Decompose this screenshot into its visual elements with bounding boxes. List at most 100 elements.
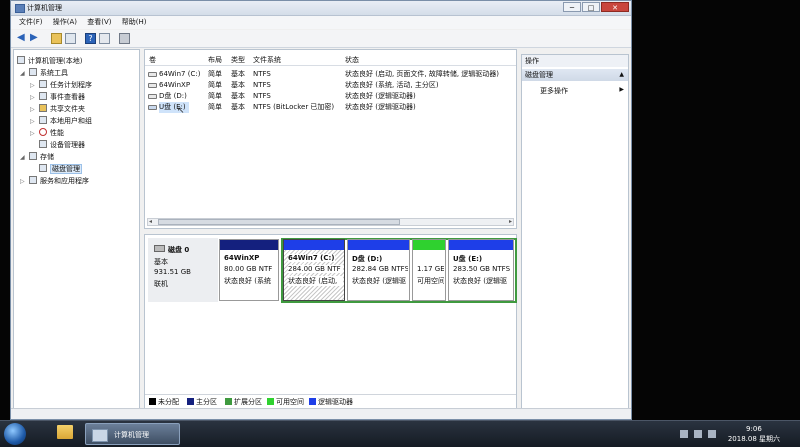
- collapse-icon[interactable]: ◢: [20, 68, 26, 79]
- col-status[interactable]: 状态: [345, 55, 359, 65]
- primary-swatch: [187, 398, 194, 405]
- partition-64win7-c[interactable]: 64Win7 (C:) 284.00 GB NTF 状态良好 (启动,: [283, 239, 345, 301]
- minimize-button[interactable]: ─: [563, 2, 581, 12]
- table-row-selected[interactable]: U盘 (E:) 简单 基本 NTFS (BitLocker 已加密) 状态良好 …: [145, 102, 516, 113]
- collapse-up-icon[interactable]: ▲: [619, 69, 624, 81]
- volume-icon[interactable]: [694, 430, 702, 438]
- close-button[interactable]: ✕: [601, 2, 629, 12]
- back-arrow-icon[interactable]: ◀: [17, 33, 28, 44]
- horizontal-scrollbar[interactable]: ◂ ▸: [147, 218, 514, 226]
- computer-management-icon: [92, 429, 108, 442]
- event-log-icon: [39, 92, 47, 100]
- expand-icon[interactable]: ▷: [30, 104, 36, 115]
- properties-icon[interactable]: [99, 33, 110, 44]
- language-icon[interactable]: [708, 430, 716, 438]
- expand-icon[interactable]: ▷: [30, 116, 36, 127]
- clock[interactable]: 9:06 2018.08 星期六: [728, 424, 780, 444]
- mouse-cursor-icon: ↖: [177, 106, 185, 116]
- show-hide-tree-icon[interactable]: [65, 33, 76, 44]
- tree-disk-management[interactable]: 磁盘管理: [39, 164, 82, 175]
- taskbar-computer-management[interactable]: 计算机管理: [85, 423, 180, 445]
- action-pane-icon[interactable]: [119, 33, 130, 44]
- submenu-arrow-icon: ▶: [619, 86, 624, 93]
- col-layout[interactable]: 布局: [208, 55, 222, 65]
- scroll-left-icon[interactable]: ◂: [149, 218, 152, 225]
- computer-icon: [17, 56, 25, 64]
- tools-icon: [29, 68, 37, 76]
- services-icon: [29, 176, 37, 184]
- disk-management-icon: [39, 164, 47, 172]
- partition-free-space[interactable]: 1.17 GE 可用空间: [412, 239, 446, 301]
- menu-view[interactable]: 查看(V): [87, 16, 111, 29]
- logical-drive-bar: [449, 240, 513, 250]
- volume-list-header: 卷 布局 类型 文件系统 状态: [145, 55, 516, 66]
- disk-size: 931.51 GB: [154, 268, 191, 276]
- drive-icon: [148, 94, 157, 99]
- explorer-folder-icon[interactable]: [57, 425, 73, 439]
- actions-title: 操作: [522, 55, 628, 67]
- tree-system-tools[interactable]: ◢ 系统工具: [20, 68, 68, 79]
- up-folder-icon[interactable]: [51, 33, 62, 44]
- menu-action[interactable]: 操作(A): [53, 16, 77, 29]
- more-actions[interactable]: 更多操作: [540, 85, 568, 97]
- table-row[interactable]: 64WinXP 简单 基本 NTFS 状态良好 (系统, 活动, 主分区): [145, 80, 516, 91]
- tree-services[interactable]: ▷ 服务和应用程序: [20, 176, 89, 187]
- tree-performance[interactable]: ▷ 性能: [30, 128, 64, 139]
- free-space-bar: [413, 240, 445, 250]
- disk-graphical-view: 磁盘 0 基本 931.51 GB 联机 64WinXP 80.00 GB NT…: [144, 234, 517, 409]
- col-type[interactable]: 类型: [231, 55, 245, 65]
- partition-u-e[interactable]: U盘 (E:) 283.50 GB NTFS 状态良好 (逻辑驱: [448, 239, 514, 301]
- computer-management-window: 计算机管理 ─ □ ✕ 文件(F) 操作(A) 查看(V) 帮助(H) ◀ ▶ …: [10, 0, 632, 420]
- collapse-icon[interactable]: ◢: [20, 152, 26, 163]
- tree-local-users[interactable]: ▷ 本地用户和组: [30, 116, 92, 127]
- table-row[interactable]: D盘 (D:) 简单 基本 NTFS 状态良好 (逻辑驱动器): [145, 91, 516, 102]
- col-filesystem[interactable]: 文件系统: [253, 55, 281, 65]
- network-icon[interactable]: [680, 430, 688, 438]
- menu-help[interactable]: 帮助(H): [122, 16, 147, 29]
- drive-icon: [148, 72, 157, 77]
- logical-drive-bar: [284, 240, 344, 250]
- expand-icon[interactable]: ▷: [30, 80, 36, 91]
- tree-root[interactable]: 计算机管理(本地): [17, 56, 82, 67]
- device-manager-icon: [39, 140, 47, 148]
- disk-type: 基本: [154, 258, 168, 266]
- performance-icon: [39, 128, 47, 136]
- free-space-swatch: [267, 398, 274, 405]
- tree-shared-folders[interactable]: ▷ 共享文件夹: [30, 104, 85, 115]
- logical-drive-bar: [348, 240, 409, 250]
- actions-section-disk-management[interactable]: 磁盘管理 ▲: [522, 69, 628, 81]
- volume-list: 卷 布局 类型 文件系统 状态 64Win7 (C:) 简单 基本 NTFS 状…: [144, 49, 517, 229]
- expand-icon[interactable]: ▷: [30, 92, 36, 103]
- taskbar: 计算机管理 9:06 2018.08 星期六: [0, 420, 800, 447]
- clock-icon: [39, 80, 47, 88]
- tree-device-manager[interactable]: 设备管理器: [30, 140, 85, 151]
- storage-icon: [29, 152, 37, 160]
- scrollbar-thumb[interactable]: [158, 219, 400, 225]
- tree-event-viewer[interactable]: ▷ 事件查看器: [30, 92, 85, 103]
- extended-swatch: [225, 398, 232, 405]
- primary-partition-bar: [220, 240, 278, 250]
- scroll-right-icon[interactable]: ▸: [509, 218, 512, 225]
- start-button-icon[interactable]: [4, 423, 26, 445]
- disk-icon: [154, 245, 165, 252]
- title-bar[interactable]: 计算机管理 ─ □ ✕: [11, 1, 631, 16]
- menu-bar: 文件(F) 操作(A) 查看(V) 帮助(H): [11, 16, 631, 29]
- forward-arrow-icon[interactable]: ▶: [30, 33, 41, 44]
- computer-management-icon: [15, 4, 25, 13]
- help-icon[interactable]: ?: [85, 33, 96, 44]
- tree-storage[interactable]: ◢ 存储: [20, 152, 54, 163]
- window-title: 计算机管理: [27, 4, 62, 12]
- col-volume[interactable]: 卷: [149, 55, 156, 65]
- usb-drive-icon: [148, 105, 157, 110]
- expand-icon[interactable]: ▷: [30, 128, 36, 139]
- shared-folder-icon: [39, 104, 47, 112]
- maximize-button[interactable]: □: [582, 2, 600, 12]
- disk-0-info[interactable]: 磁盘 0 基本 931.51 GB 联机: [148, 238, 218, 302]
- tree-task-scheduler[interactable]: ▷ 任务计划程序: [30, 80, 92, 91]
- expand-icon[interactable]: ▷: [20, 176, 26, 187]
- partition-64winxp[interactable]: 64WinXP 80.00 GB NTF 状态良好 (系统: [219, 239, 279, 301]
- table-row[interactable]: 64Win7 (C:) 简单 基本 NTFS 状态良好 (启动, 页面文件, 故…: [145, 69, 516, 80]
- menu-file[interactable]: 文件(F): [19, 16, 43, 29]
- disk-name: 磁盘 0: [168, 246, 190, 254]
- partition-d[interactable]: D盘 (D:) 282.84 GB NTFS 状态良好 (逻辑驱: [347, 239, 410, 301]
